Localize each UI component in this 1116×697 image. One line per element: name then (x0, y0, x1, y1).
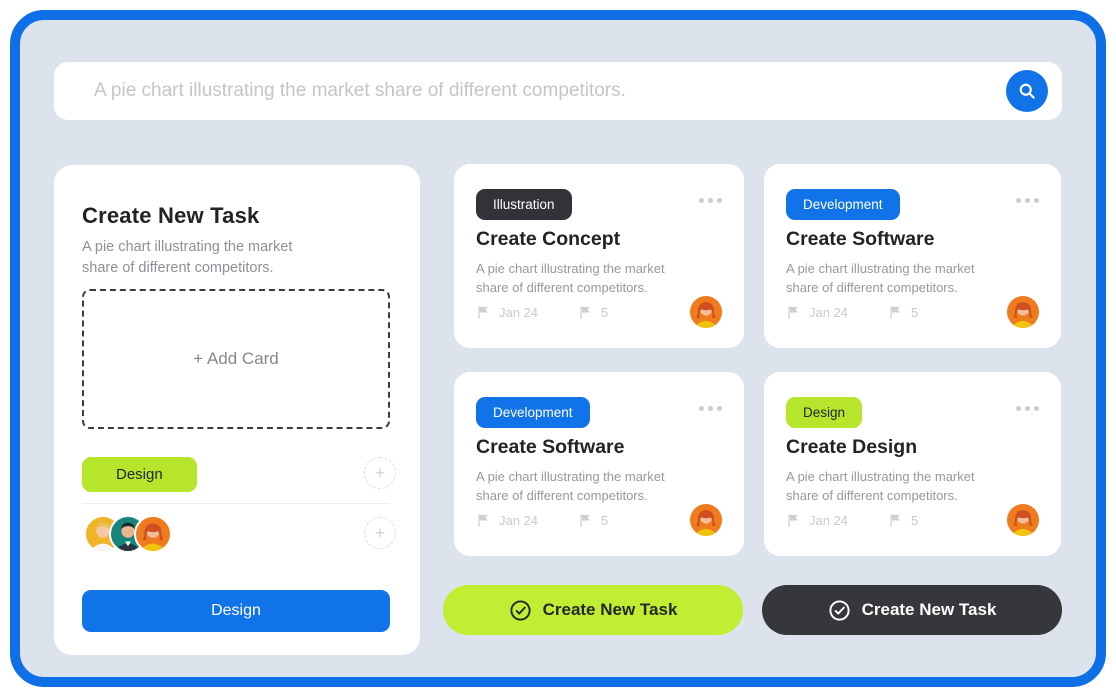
card-badge[interactable]: Development (786, 189, 900, 220)
badge-label: Design (803, 405, 845, 420)
flag-count-item: 5 (888, 305, 918, 320)
flag-count-item: 5 (578, 513, 608, 528)
button-label: Create New Task (543, 600, 678, 620)
flag-icon (578, 305, 593, 320)
card-description: A pie chart illustrating the market shar… (786, 467, 996, 505)
card-menu-button[interactable] (699, 406, 722, 411)
task-card[interactable]: Development Create Software A pie chart … (454, 372, 744, 556)
search-bar (54, 62, 1062, 120)
design-submit-label: Design (211, 602, 261, 619)
flag-icon (476, 305, 491, 320)
search-icon (1017, 81, 1037, 101)
create-task-panel: Create New Task A pie chart illustrating… (54, 165, 420, 655)
add-tag-button[interactable]: + (364, 457, 396, 489)
button-label: Create New Task (862, 600, 997, 620)
flag-icon (888, 513, 903, 528)
flag-count-label: 5 (911, 513, 918, 528)
flag-icon (888, 305, 903, 320)
date-item: Jan 24 (476, 513, 538, 528)
card-assignee-avatar[interactable] (690, 296, 722, 328)
card-footer: Jan 24 5 (786, 305, 918, 320)
card-title: Create Software (786, 228, 934, 251)
panel-description: A pie chart illustrating the market shar… (82, 237, 332, 279)
card-menu-button[interactable] (1016, 198, 1039, 203)
add-card-label: + Add Card (193, 349, 279, 369)
panel-title: Create New Task (82, 203, 259, 229)
flag-count-label: 5 (601, 305, 608, 320)
search-button[interactable] (1006, 70, 1048, 112)
date-label: Jan 24 (809, 513, 848, 528)
flag-count-label: 5 (911, 305, 918, 320)
card-title: Create Concept (476, 228, 620, 251)
card-footer: Jan 24 5 (786, 513, 918, 528)
flag-icon (476, 513, 491, 528)
check-circle-icon (828, 599, 851, 622)
card-title: Create Design (786, 436, 917, 459)
badge-label: Illustration (493, 197, 555, 212)
card-description: A pie chart illustrating the market shar… (476, 467, 686, 505)
add-assignee-button[interactable]: + (364, 517, 396, 549)
card-badge[interactable]: Illustration (476, 189, 572, 220)
date-label: Jan 24 (499, 305, 538, 320)
create-new-task-button-secondary[interactable]: Create New Task (762, 585, 1062, 635)
date-item: Jan 24 (476, 305, 538, 320)
task-card[interactable]: Development Create Software A pie chart … (764, 164, 1061, 348)
card-assignee-avatar[interactable] (1007, 296, 1039, 328)
app-frame: Create New Task A pie chart illustrating… (10, 10, 1106, 687)
design-submit-button[interactable]: Design (82, 590, 390, 632)
flag-icon (786, 305, 801, 320)
card-menu-button[interactable] (1016, 406, 1039, 411)
create-new-task-button-primary[interactable]: Create New Task (443, 585, 743, 635)
tag-label: Design (116, 466, 163, 483)
card-badge[interactable]: Development (476, 397, 590, 428)
divider (82, 503, 390, 504)
flag-count-label: 5 (601, 513, 608, 528)
check-circle-icon (509, 599, 532, 622)
avatar[interactable] (134, 515, 172, 553)
task-card[interactable]: Illustration Create Concept A pie chart … (454, 164, 744, 348)
flag-icon (578, 513, 593, 528)
card-assignee-avatar[interactable] (690, 504, 722, 536)
badge-label: Development (493, 405, 573, 420)
search-input[interactable] (54, 80, 1062, 102)
plus-icon: + (375, 523, 386, 544)
add-card-dropzone[interactable]: + Add Card (82, 289, 390, 429)
card-title: Create Software (476, 436, 624, 459)
task-card[interactable]: Design Create Design A pie chart illustr… (764, 372, 1061, 556)
card-badge[interactable]: Design (786, 397, 862, 428)
date-item: Jan 24 (786, 305, 848, 320)
card-footer: Jan 24 5 (476, 305, 608, 320)
card-footer: Jan 24 5 (476, 513, 608, 528)
plus-icon: + (375, 463, 386, 484)
flag-count-item: 5 (888, 513, 918, 528)
card-menu-button[interactable] (699, 198, 722, 203)
date-label: Jan 24 (499, 513, 538, 528)
card-description: A pie chart illustrating the market shar… (476, 259, 686, 297)
tag-design[interactable]: Design (82, 457, 197, 492)
card-description: A pie chart illustrating the market shar… (786, 259, 996, 297)
badge-label: Development (803, 197, 883, 212)
date-item: Jan 24 (786, 513, 848, 528)
card-assignee-avatar[interactable] (1007, 504, 1039, 536)
flag-count-item: 5 (578, 305, 608, 320)
date-label: Jan 24 (809, 305, 848, 320)
flag-icon (786, 513, 801, 528)
